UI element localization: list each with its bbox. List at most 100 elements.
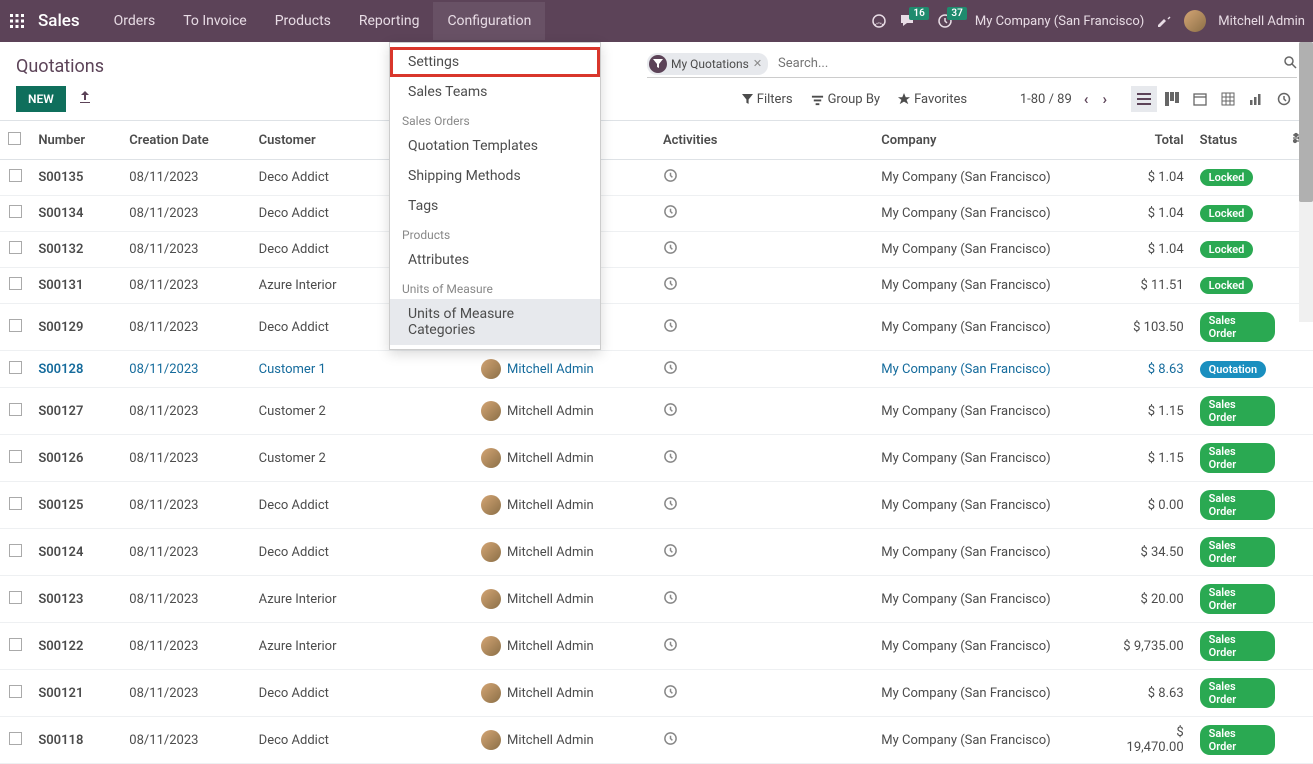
clock-icon[interactable] bbox=[663, 406, 678, 421]
clock-icon[interactable] bbox=[663, 172, 678, 187]
search-input[interactable] bbox=[774, 52, 1283, 75]
row-checkbox[interactable] bbox=[9, 497, 22, 510]
row-checkbox[interactable] bbox=[9, 169, 22, 182]
messages-icon[interactable]: 16 bbox=[899, 13, 915, 29]
cell-activities[interactable] bbox=[655, 304, 873, 351]
cell-activities[interactable] bbox=[655, 482, 873, 529]
table-row[interactable]: S00118 08/11/2023 Deco Addict Mitchell A… bbox=[0, 717, 1313, 764]
clock-icon[interactable] bbox=[663, 364, 678, 379]
filters-button[interactable]: Filters bbox=[742, 92, 793, 107]
col-creation-date[interactable]: Creation Date bbox=[121, 121, 250, 160]
groupby-button[interactable]: Group By bbox=[811, 92, 881, 107]
col-status[interactable]: Status bbox=[1192, 121, 1283, 160]
row-checkbox[interactable] bbox=[9, 319, 22, 332]
col-company[interactable]: Company bbox=[873, 121, 1111, 160]
view-list-icon[interactable] bbox=[1131, 86, 1157, 112]
clock-icon[interactable] bbox=[663, 688, 678, 703]
view-kanban-icon[interactable] bbox=[1159, 86, 1185, 112]
cell-activities[interactable] bbox=[655, 529, 873, 576]
row-checkbox[interactable] bbox=[9, 544, 22, 557]
cell-activities[interactable] bbox=[655, 268, 873, 304]
pager-prev-icon[interactable]: ‹ bbox=[1080, 88, 1093, 110]
row-checkbox[interactable] bbox=[9, 241, 22, 254]
favorites-button[interactable]: Favorites bbox=[898, 92, 967, 107]
clock-icon[interactable] bbox=[663, 280, 678, 295]
dd-sales-teams[interactable]: Sales Teams bbox=[390, 77, 600, 107]
cell-activities[interactable] bbox=[655, 196, 873, 232]
clock-icon[interactable] bbox=[663, 641, 678, 656]
clock-icon[interactable] bbox=[663, 500, 678, 515]
clock-icon[interactable] bbox=[663, 594, 678, 609]
nav-orders[interactable]: Orders bbox=[100, 2, 170, 40]
scrollbar-thumb[interactable] bbox=[1299, 42, 1313, 202]
cell-activities[interactable] bbox=[655, 435, 873, 482]
pager-range[interactable]: 1-80 / 89 bbox=[1020, 92, 1072, 107]
scrollbar[interactable] bbox=[1299, 42, 1313, 322]
dd-shipping-methods[interactable]: Shipping Methods bbox=[390, 161, 600, 191]
clock-icon[interactable] bbox=[663, 322, 678, 337]
debug-icon[interactable] bbox=[1156, 13, 1172, 29]
row-checkbox[interactable] bbox=[9, 277, 22, 290]
row-checkbox[interactable] bbox=[9, 591, 22, 604]
row-checkbox[interactable] bbox=[9, 638, 22, 651]
dd-tags[interactable]: Tags bbox=[390, 191, 600, 221]
user-menu[interactable]: Mitchell Admin bbox=[1218, 14, 1305, 29]
table-row[interactable]: S00121 08/11/2023 Deco Addict Mitchell A… bbox=[0, 670, 1313, 717]
clock-icon[interactable] bbox=[663, 244, 678, 259]
row-checkbox[interactable] bbox=[9, 732, 22, 745]
search-facet[interactable]: My Quotations ✕ bbox=[647, 53, 768, 75]
table-row[interactable]: S00128 08/11/2023 Customer 1 Mitchell Ad… bbox=[0, 351, 1313, 388]
cell-activities[interactable] bbox=[655, 717, 873, 764]
clock-icon[interactable] bbox=[663, 735, 678, 750]
user-avatar[interactable] bbox=[1184, 10, 1206, 32]
nav-reporting[interactable]: Reporting bbox=[345, 2, 434, 40]
row-checkbox[interactable] bbox=[9, 685, 22, 698]
cell-activities[interactable] bbox=[655, 160, 873, 196]
select-all-checkbox[interactable] bbox=[8, 132, 21, 145]
nav-products[interactable]: Products bbox=[261, 2, 345, 40]
search-icon[interactable] bbox=[1283, 55, 1297, 73]
table-row[interactable]: S00127 08/11/2023 Customer 2 Mitchell Ad… bbox=[0, 388, 1313, 435]
clock-icon[interactable] bbox=[663, 547, 678, 562]
col-total[interactable]: Total bbox=[1111, 121, 1192, 160]
pager-next-icon[interactable]: › bbox=[1098, 88, 1111, 110]
table-row[interactable]: S00135 08/11/2023 Deco Addict My Company… bbox=[0, 160, 1313, 196]
table-row[interactable]: S00122 08/11/2023 Azure Interior Mitchel… bbox=[0, 623, 1313, 670]
upload-icon[interactable] bbox=[78, 90, 92, 108]
nav-to-invoice[interactable]: To Invoice bbox=[169, 2, 261, 40]
table-row[interactable]: S00126 08/11/2023 Customer 2 Mitchell Ad… bbox=[0, 435, 1313, 482]
clock-icon[interactable] bbox=[663, 208, 678, 223]
cell-activities[interactable] bbox=[655, 388, 873, 435]
table-row[interactable]: S00125 08/11/2023 Deco Addict Mitchell A… bbox=[0, 482, 1313, 529]
activities-icon[interactable]: 37 bbox=[937, 13, 953, 29]
apps-icon[interactable] bbox=[8, 12, 26, 30]
company-switcher[interactable]: My Company (San Francisco) bbox=[975, 14, 1144, 29]
table-row[interactable]: S00124 08/11/2023 Deco Addict Mitchell A… bbox=[0, 529, 1313, 576]
row-checkbox[interactable] bbox=[9, 205, 22, 218]
support-icon[interactable] bbox=[871, 13, 887, 29]
row-checkbox[interactable] bbox=[9, 450, 22, 463]
new-button[interactable]: NEW bbox=[16, 86, 66, 112]
search-box[interactable]: My Quotations ✕ bbox=[647, 52, 1297, 78]
table-row[interactable]: S00132 08/11/2023 Deco Addict My Company… bbox=[0, 232, 1313, 268]
cell-activities[interactable] bbox=[655, 232, 873, 268]
row-checkbox[interactable] bbox=[9, 403, 22, 416]
cell-activities[interactable] bbox=[655, 623, 873, 670]
table-row[interactable]: S00129 08/11/2023 Deco Addict Mitchell A… bbox=[0, 304, 1313, 351]
view-calendar-icon[interactable] bbox=[1187, 86, 1213, 112]
table-row[interactable]: S00134 08/11/2023 Deco Addict My Company… bbox=[0, 196, 1313, 232]
view-activity-icon[interactable] bbox=[1271, 86, 1297, 112]
table-row[interactable]: S00123 08/11/2023 Azure Interior Mitchel… bbox=[0, 576, 1313, 623]
table-row[interactable]: S00131 08/11/2023 Azure Interior My Comp… bbox=[0, 268, 1313, 304]
cell-activities[interactable] bbox=[655, 351, 873, 388]
clock-icon[interactable] bbox=[663, 453, 678, 468]
col-number[interactable]: Number bbox=[30, 121, 121, 160]
row-checkbox[interactable] bbox=[9, 361, 22, 374]
view-pivot-icon[interactable] bbox=[1215, 86, 1241, 112]
dd-settings[interactable]: Settings bbox=[390, 47, 600, 77]
dd-quotation-templates[interactable]: Quotation Templates bbox=[390, 131, 600, 161]
cell-activities[interactable] bbox=[655, 670, 873, 717]
col-activities[interactable]: Activities bbox=[655, 121, 873, 160]
cell-activities[interactable] bbox=[655, 576, 873, 623]
app-brand[interactable]: Sales bbox=[38, 11, 80, 31]
